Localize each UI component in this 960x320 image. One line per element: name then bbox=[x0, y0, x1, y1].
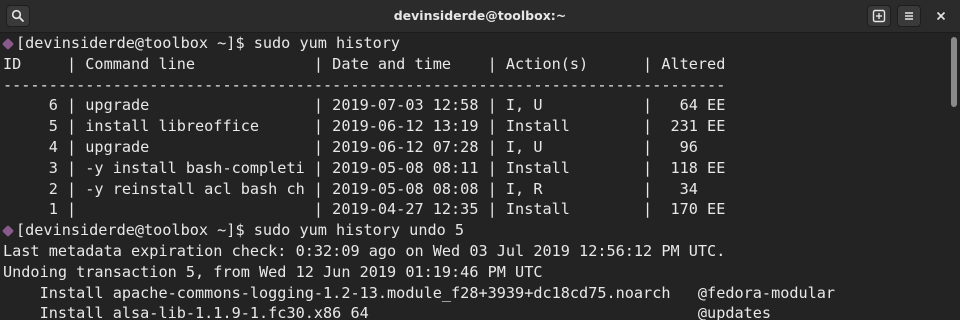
line-text: Install apache-commons-logging-1.2-13.mo… bbox=[3, 283, 836, 302]
line-text: [devinsiderde@toolbox ~]$ sudo yum histo… bbox=[16, 34, 401, 52]
output-line: 5 | install libreoffice | 2019-06-12 13:… bbox=[0, 116, 948, 137]
title-bar: devinsiderde@toolbox:~ bbox=[0, 0, 960, 33]
line-text: Last metadata expiration check: 0:32:09 … bbox=[3, 241, 726, 260]
line-text: 6 | upgrade | 2019-07-03 12:58 | I, U | … bbox=[3, 96, 726, 115]
prompt-line: [devinsiderde@toolbox ~]$ sudo yum histo… bbox=[0, 33, 948, 54]
output-line: Install apache-commons-logging-1.2-13.mo… bbox=[0, 283, 948, 304]
menu-button[interactable] bbox=[897, 5, 921, 27]
vertical-scrollbar[interactable] bbox=[948, 33, 960, 320]
output-line: 4 | upgrade | 2019-06-12 07:28 | I, U | … bbox=[0, 137, 948, 158]
output-line: 6 | upgrade | 2019-07-03 12:58 | I, U | … bbox=[0, 95, 948, 116]
output-line: Undoing transaction 5, from Wed 12 Jun 2… bbox=[0, 262, 948, 283]
line-text: ID | Command line | Date and time | Acti… bbox=[3, 54, 726, 73]
close-icon bbox=[935, 7, 947, 26]
hexagon-prompt-icon bbox=[1, 225, 15, 238]
line-text: ----------------------------------------… bbox=[3, 75, 726, 94]
close-button[interactable] bbox=[931, 6, 951, 26]
output-line: 1 | | 2019-04-27 12:35 | Install | 170 E… bbox=[0, 199, 948, 220]
window-title: devinsiderde@toolbox:~ bbox=[393, 8, 567, 23]
terminal-window: devinsiderde@toolbox:~ [devinsiderde@too… bbox=[0, 0, 960, 320]
line-text: 5 | install libreoffice | 2019-06-12 13:… bbox=[3, 117, 726, 136]
output-line: 2 | -y reinstall acl bash ch | 2019-05-0… bbox=[0, 179, 948, 200]
line-text: Undoing transaction 5, from Wed 12 Jun 2… bbox=[3, 262, 543, 281]
terminal-output[interactable]: [devinsiderde@toolbox ~]$ sudo yum histo… bbox=[0, 33, 948, 320]
scrollbar-thumb[interactable] bbox=[951, 37, 957, 107]
output-line: Last metadata expiration check: 0:32:09 … bbox=[0, 241, 948, 262]
output-line: 3 | -y install bash-completi | 2019-05-0… bbox=[0, 158, 948, 179]
line-text: [devinsiderde@toolbox ~]$ sudo yum histo… bbox=[16, 221, 465, 240]
new-tab-icon bbox=[872, 9, 886, 23]
line-text: 2 | -y reinstall acl bash ch | 2019-05-0… bbox=[3, 179, 698, 198]
line-text: Install alsa-lib-1.1.9-1.fc30.x86_64 @up… bbox=[3, 304, 772, 320]
output-line: ID | Command line | Date and time | Acti… bbox=[0, 54, 948, 75]
output-line: Install alsa-lib-1.1.9-1.fc30.x86_64 @up… bbox=[0, 303, 948, 320]
line-text: 4 | upgrade | 2019-06-12 07:28 | I, U | … bbox=[3, 137, 698, 156]
hamburger-menu-icon bbox=[902, 9, 916, 23]
line-text: 1 | | 2019-04-27 12:35 | Install | 170 E… bbox=[3, 200, 726, 219]
line-text: 3 | -y install bash-completi | 2019-05-0… bbox=[3, 158, 726, 177]
new-tab-button[interactable] bbox=[867, 5, 891, 27]
prompt-line: [devinsiderde@toolbox ~]$ sudo yum histo… bbox=[0, 220, 948, 241]
hexagon-prompt-icon bbox=[1, 37, 15, 51]
output-line: ----------------------------------------… bbox=[0, 75, 948, 96]
